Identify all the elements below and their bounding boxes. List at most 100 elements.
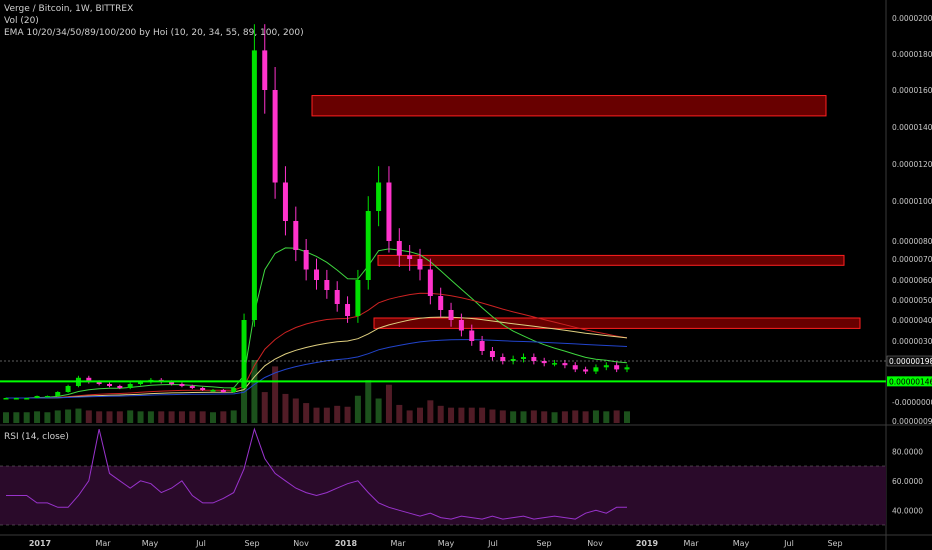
candle-body — [541, 361, 547, 364]
volume-bar — [561, 411, 568, 423]
price-tick-label: 0.00000500 — [892, 296, 932, 305]
price-tick-label: 0.00001400 — [892, 123, 932, 132]
rsi-legend[interactable]: RSI (14, close) — [4, 432, 69, 443]
volume-bar — [23, 412, 30, 423]
time-tick-label: Mar — [95, 539, 111, 548]
volume-bar — [406, 410, 413, 423]
volume-bar — [520, 411, 527, 423]
candle-body — [396, 241, 402, 256]
volume-bar — [396, 404, 403, 423]
volume-bar — [375, 398, 382, 423]
candle-body — [614, 365, 620, 370]
volume-bar — [551, 412, 558, 423]
volume-bar — [530, 410, 537, 423]
price-tick-label: 0.00000300 — [892, 337, 932, 346]
volume-bar — [448, 407, 455, 423]
rsi-tick-label: 80.0000 — [892, 447, 923, 456]
volume-bar — [427, 400, 434, 423]
volume-bar — [137, 411, 144, 423]
candle-body — [552, 363, 558, 365]
volume-bar — [96, 411, 103, 423]
candle-body — [624, 367, 630, 370]
candle-body — [303, 250, 309, 270]
volume-bar — [272, 366, 279, 423]
candle-body — [55, 392, 61, 396]
candle-body — [562, 363, 568, 366]
price-tick-label: 0.00000400 — [892, 316, 932, 325]
time-tick-label: Sep — [827, 539, 842, 548]
volume-bar — [572, 410, 579, 423]
candle-body — [231, 388, 237, 392]
volume-bar — [34, 411, 41, 423]
rsi-tick-label: 60.0000 — [892, 477, 923, 486]
volume-bar — [85, 410, 92, 423]
price-tick-label: 0.00002000 — [892, 14, 932, 23]
time-tick-label: Nov — [587, 539, 603, 548]
price-tick-label: 0.00000800 — [892, 237, 932, 246]
volume-bar — [365, 380, 372, 423]
volume-bar — [54, 410, 61, 423]
volume-bar — [127, 410, 134, 423]
volume-bar — [147, 411, 154, 423]
time-tick-label: Mar — [683, 539, 699, 548]
price-tick-label: 0.00000600 — [892, 276, 932, 285]
volume-bar — [261, 392, 268, 423]
candle-body — [314, 269, 319, 280]
candle-body — [24, 398, 30, 400]
candle-body — [117, 386, 123, 388]
candle-body — [34, 396, 40, 398]
volume-bar — [603, 411, 610, 423]
candle-body — [262, 50, 268, 90]
time-tick-label: May — [438, 539, 455, 548]
time-tick-label: Mar — [390, 539, 406, 548]
volume-legend[interactable]: Vol (20) — [4, 16, 39, 27]
time-tick-label: Sep — [536, 539, 551, 548]
volume-bar — [303, 403, 310, 423]
time-tick-label: May — [142, 539, 159, 548]
time-tick-label: Jul — [783, 539, 794, 548]
candle-body — [417, 259, 423, 270]
rsi-tick-label: 40.0000 — [892, 506, 923, 515]
volume-bar — [458, 407, 465, 423]
candle-body — [355, 280, 361, 316]
candle-body — [407, 255, 413, 259]
volume-bar — [582, 411, 589, 423]
volume-bar — [210, 412, 216, 423]
candle-body — [179, 384, 185, 386]
time-tick-label: Jul — [195, 539, 206, 548]
candle-body — [572, 365, 578, 370]
tradingview-chart[interactable]: 0.00002000 0.00001800 0.00001600 0.00001400… — [0, 0, 932, 550]
volume-bar — [168, 411, 175, 423]
time-tick-label: Sep — [244, 539, 259, 548]
candle-body — [469, 330, 475, 341]
candle-body — [521, 357, 526, 359]
volume-bar — [13, 412, 20, 423]
candle-body — [3, 398, 9, 400]
volume-bar — [313, 407, 320, 423]
time-tick-label: Jul — [487, 539, 498, 548]
candle-body — [438, 296, 444, 310]
candle-body — [365, 211, 371, 280]
candle-body — [251, 50, 257, 321]
candle-body — [272, 90, 278, 183]
volume-bar — [479, 407, 486, 423]
volume-bar — [158, 411, 165, 423]
candle-body — [583, 369, 589, 372]
candle-body — [324, 280, 330, 290]
ema-legend[interactable]: EMA 10/20/34/50/89/100/200 by Hoi (10, 2… — [4, 28, 304, 39]
volume-bar — [3, 412, 9, 423]
volume-bar — [292, 398, 299, 423]
candle-body — [593, 367, 599, 372]
time-tick-label: May — [733, 539, 750, 548]
symbol-legend[interactable]: Verge / Bitcoin, 1W, BITTREX — [4, 4, 133, 15]
candle-body — [531, 357, 537, 361]
candle-body — [200, 388, 206, 390]
candle-body — [293, 221, 299, 250]
time-tick-label: 2017 — [29, 539, 51, 548]
candle-body — [210, 390, 216, 392]
resistance-zone — [373, 317, 861, 329]
candle-body — [448, 310, 454, 320]
candle-body — [500, 357, 506, 361]
volume-bar — [75, 408, 82, 423]
candle-body — [345, 304, 351, 316]
